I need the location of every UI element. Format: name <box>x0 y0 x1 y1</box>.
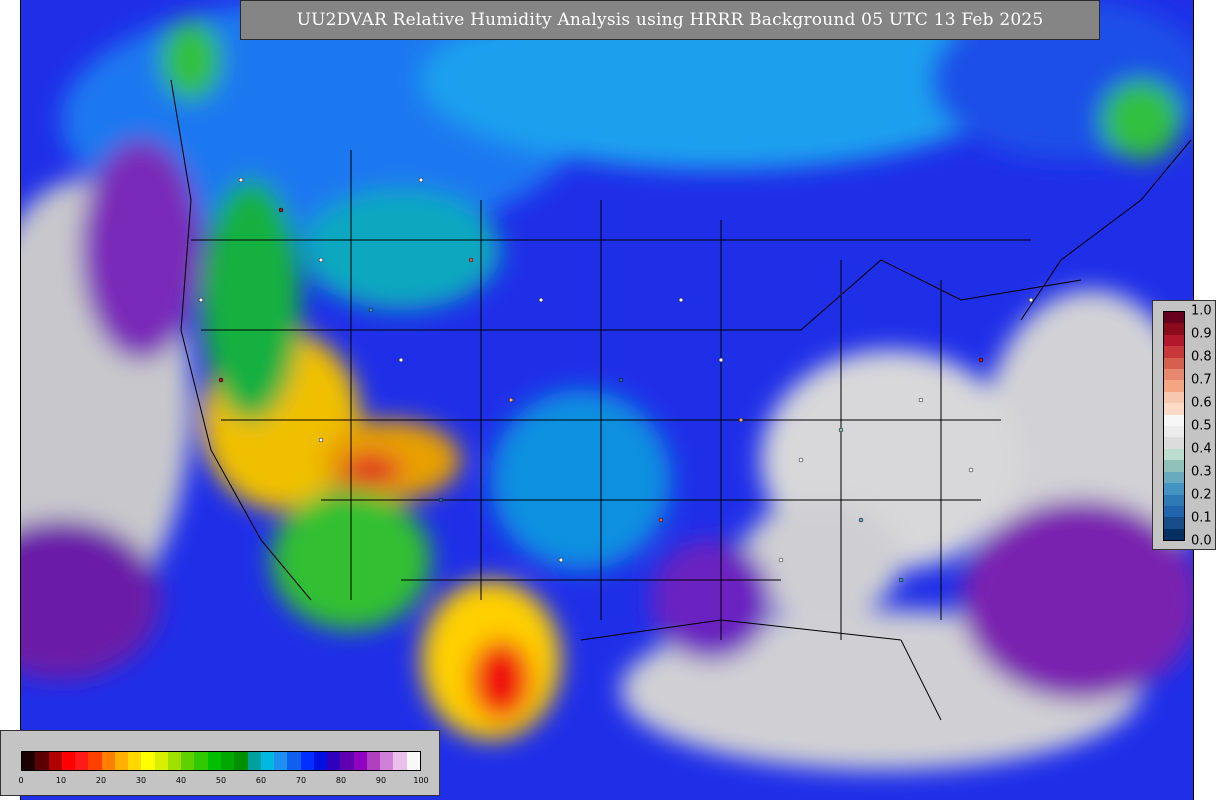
rh-color-segment <box>327 752 341 770</box>
observation-fraction-colorbar: 1.0 0.9 0.8 0.7 0.6 0.5 0.4 0.3 0.2 0.1 0.0 <box>1152 300 1216 550</box>
fraction-tick-label: 0.8 <box>1191 349 1212 365</box>
rh-tick-label: 40 <box>175 776 187 785</box>
rh-color-segment <box>141 752 155 770</box>
rh-color-segment <box>88 752 102 770</box>
rh-color-segment <box>101 752 115 770</box>
fraction-tick-label: 0.1 <box>1191 510 1212 526</box>
fraction-color-segment <box>1164 380 1184 392</box>
fraction-color-segment <box>1164 460 1184 472</box>
fraction-color-segment <box>1164 505 1184 518</box>
rh-color-segment <box>393 752 407 770</box>
rh-tick-label: 70 <box>295 776 307 785</box>
rh-color-segment <box>75 752 89 770</box>
fraction-tick-label: 0.2 <box>1191 487 1212 503</box>
fraction-color-segment <box>1164 369 1184 381</box>
rh-color-segment <box>167 752 182 770</box>
rh-color-segment <box>366 752 381 770</box>
fraction-color-segment <box>1164 403 1184 415</box>
relative-humidity-colorbar: 0 10 20 30 40 50 60 70 80 90 100 <box>0 730 440 796</box>
rh-tick-label: 80 <box>335 776 347 785</box>
map-canvas <box>21 0 1193 800</box>
fraction-color-segment <box>1164 312 1184 324</box>
rh-tick-label: 30 <box>135 776 147 785</box>
rh-color-segment <box>181 752 195 770</box>
fraction-color-segment <box>1164 357 1184 370</box>
rh-color-segment <box>340 752 354 770</box>
fraction-color-segment <box>1164 426 1184 438</box>
fraction-color-segment <box>1164 346 1184 358</box>
rh-tick-label: 100 <box>413 776 429 785</box>
rh-color-segment <box>114 752 129 770</box>
rh-color-segment <box>154 752 168 770</box>
fraction-color-segment <box>1164 483 1184 495</box>
fraction-tick-label: 0.7 <box>1191 372 1212 388</box>
rh-color-segment <box>247 752 261 770</box>
rh-color-segment <box>35 752 49 770</box>
fraction-tick-label: 0.3 <box>1191 464 1212 480</box>
rh-tick-label: 10 <box>55 776 67 785</box>
fraction-tick-label: 0.5 <box>1191 418 1212 434</box>
rh-color-segment <box>274 752 288 770</box>
rh-color-segment <box>61 752 76 770</box>
rh-color-segment <box>128 752 142 770</box>
rh-color-ramp <box>21 751 421 771</box>
fraction-tick-label: 0.6 <box>1191 395 1212 411</box>
rh-tick-label: 0 <box>18 776 24 785</box>
fraction-color-segment <box>1164 517 1184 529</box>
fraction-color-segment <box>1164 471 1184 484</box>
rh-color-segment <box>260 752 275 770</box>
rh-color-segment <box>380 752 394 770</box>
rh-color-segment <box>220 752 235 770</box>
rh-color-segment <box>22 752 36 770</box>
rh-color-segment <box>48 752 62 770</box>
rh-color-segment <box>194 752 208 770</box>
rh-color-segment <box>234 752 248 770</box>
rh-color-segment <box>353 752 367 770</box>
rh-tick-label: 60 <box>255 776 267 785</box>
rh-color-segment <box>287 752 301 770</box>
fraction-tick-label: 0.4 <box>1191 441 1212 457</box>
fraction-color-ramp <box>1163 311 1185 541</box>
fraction-tick-label: 0.0 <box>1191 533 1212 549</box>
fraction-color-segment <box>1164 323 1184 335</box>
rh-tick-label: 90 <box>375 776 387 785</box>
fraction-color-segment <box>1164 494 1184 506</box>
fraction-color-segment <box>1164 414 1184 427</box>
rh-analysis-map <box>20 0 1194 800</box>
fraction-color-segment <box>1164 437 1184 449</box>
fraction-color-segment <box>1164 528 1184 541</box>
rh-color-segment <box>313 752 328 770</box>
rh-color-segment <box>406 752 420 770</box>
fraction-color-segment <box>1164 391 1184 404</box>
rh-color-segment <box>207 752 221 770</box>
map-title: UU2DVAR Relative Humidity Analysis using… <box>240 0 1100 40</box>
fraction-color-segment <box>1164 448 1184 461</box>
fraction-tick-label: 1.0 <box>1191 303 1212 319</box>
rh-tick-label: 50 <box>215 776 227 785</box>
fraction-tick-label: 0.9 <box>1191 326 1212 342</box>
rh-color-segment <box>300 752 314 770</box>
fraction-color-segment <box>1164 334 1184 347</box>
rh-tick-label: 20 <box>95 776 107 785</box>
